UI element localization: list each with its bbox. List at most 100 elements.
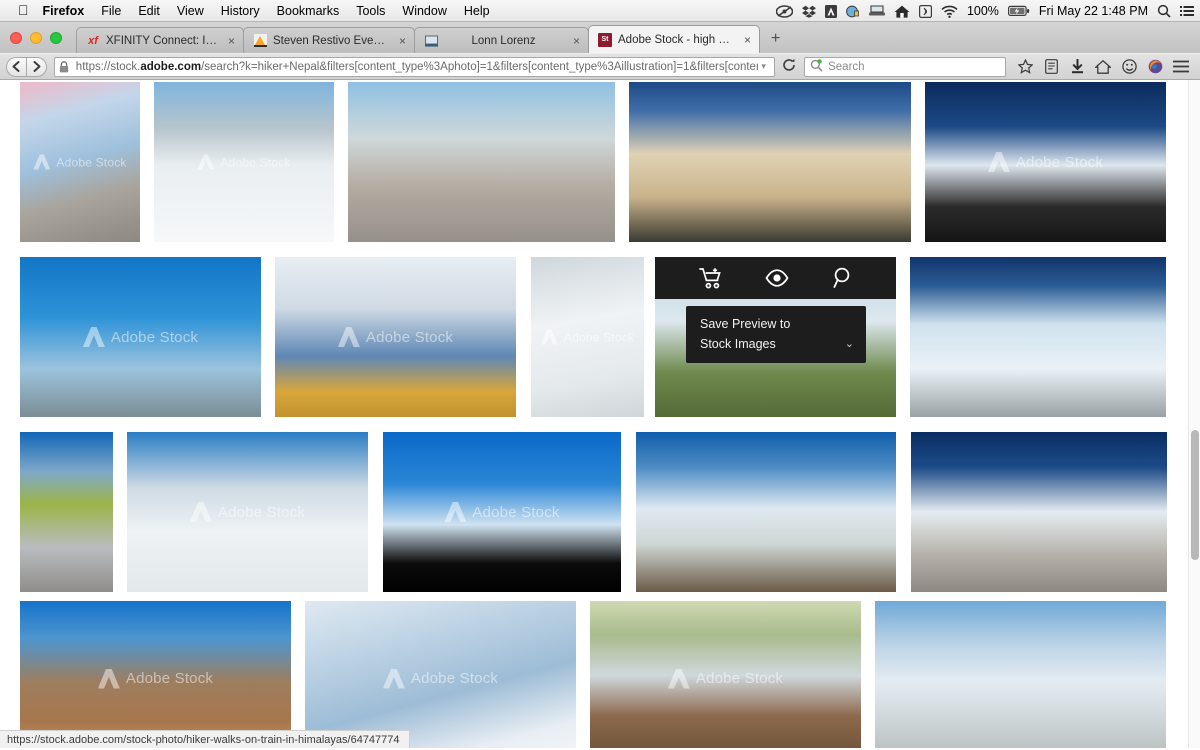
feedback-smiley-icon[interactable]: [1116, 56, 1142, 78]
google-search-icon: [810, 58, 823, 75]
save-preview-popover[interactable]: Save Preview to Stock Images ⌄: [686, 306, 866, 363]
zoom-window-button[interactable]: [50, 31, 62, 44]
preview-eye-icon[interactable]: [764, 269, 789, 287]
reload-icon[interactable]: [780, 58, 798, 75]
address-bar[interactable]: https://stock.adobe.com/search?k=hiker+N…: [53, 56, 775, 77]
stock-image-thumbnail[interactable]: Adobe Stock: [925, 82, 1166, 242]
menu-item-file[interactable]: File: [101, 4, 121, 18]
tab-title: Lonn Lorenz: [471, 34, 536, 47]
library-select[interactable]: Stock Images ⌄: [700, 334, 854, 354]
tab-close-icon[interactable]: ×: [228, 35, 235, 47]
watermark-label: Adobe Stock: [220, 155, 291, 169]
tab-strip: xf XFINITY Connect: Inbox (863) × Steven…: [0, 22, 1200, 53]
bookmark-star-icon[interactable]: [1012, 56, 1038, 78]
stock-image-thumbnail[interactable]: Adobe Stock: [275, 257, 516, 417]
tab-adobe-stock[interactable]: St Adobe Stock - high quality r… ×: [588, 25, 760, 53]
adobe-a-logo-icon: [541, 330, 558, 345]
stock-image-thumbnail[interactable]: Adobe Stock: [20, 82, 140, 242]
reading-list-icon[interactable]: [1038, 56, 1064, 78]
adobe-a-logo-icon: [338, 327, 360, 347]
1password-icon[interactable]: [846, 5, 860, 18]
stock-image-thumbnail[interactable]: Adobe Stock: [20, 257, 261, 417]
stock-image-thumbnail[interactable]: [636, 432, 896, 592]
menu-item-window[interactable]: Window: [402, 4, 446, 18]
tab-close-icon[interactable]: ×: [573, 35, 580, 47]
tab-xfinity-connect[interactable]: xf XFINITY Connect: Inbox (863) ×: [76, 27, 244, 53]
back-button[interactable]: [6, 56, 27, 77]
stock-image-thumbnail[interactable]: [20, 432, 113, 592]
stock-image-thumbnail[interactable]: Adobe Stock: [127, 432, 368, 592]
stock-image-thumbnail[interactable]: Adobe Stock: [383, 432, 621, 592]
stock-image-thumbnail[interactable]: [348, 82, 615, 242]
notification-center-icon[interactable]: [1180, 5, 1194, 17]
vertical-scrollbar[interactable]: [1188, 80, 1200, 748]
new-tab-button[interactable]: +: [759, 27, 790, 53]
stock-image-thumbnail-hovered[interactable]: Save Preview to Stock Images ⌄: [655, 257, 896, 417]
dropbox-icon[interactable]: [801, 5, 816, 18]
scanner-icon[interactable]: [868, 5, 885, 17]
add-to-cart-icon[interactable]: [698, 267, 723, 289]
zoom-search-icon[interactable]: [831, 267, 853, 289]
menu-item-history[interactable]: History: [221, 4, 260, 18]
scrollbar-thumb[interactable]: [1191, 430, 1199, 560]
minimize-window-button[interactable]: [30, 31, 42, 44]
wifi-icon[interactable]: [941, 5, 958, 18]
menu-item-help[interactable]: Help: [464, 4, 490, 18]
stock-image-thumbnail[interactable]: Adobe Stock: [20, 601, 291, 748]
airplay-icon[interactable]: [918, 4, 932, 18]
creative-cloud-icon[interactable]: [775, 4, 793, 18]
spotlight-search-icon[interactable]: [1157, 4, 1171, 18]
stock-image-thumbnail[interactable]: [911, 432, 1167, 592]
watermark-label: Adobe Stock: [472, 503, 560, 521]
chevron-down-icon[interactable]: ⌄: [845, 334, 854, 354]
adobe-stock-watermark: Adobe Stock: [338, 327, 453, 347]
forward-button[interactable]: [26, 56, 47, 77]
hamburger-menu-icon[interactable]: [1168, 56, 1194, 78]
adobe-app-icon[interactable]: [824, 4, 837, 18]
thumbnail-hover-toolbar: [655, 257, 896, 299]
menu-item-bookmarks[interactable]: Bookmarks: [277, 4, 340, 18]
house-icon[interactable]: [894, 5, 910, 18]
adobe-a-logo-icon: [383, 669, 405, 689]
toolbar-icon-group: [1012, 56, 1194, 78]
battery-charging-icon[interactable]: [1007, 5, 1030, 17]
watermark-label: Adobe Stock: [410, 670, 499, 687]
tab-title: Adobe Stock - high quality r…: [618, 33, 734, 46]
home-icon[interactable]: [1090, 56, 1116, 78]
watermark-label: Adobe Stock: [125, 670, 214, 687]
menu-item-firefox[interactable]: Firefox: [43, 4, 85, 18]
window-traffic-lights: [8, 22, 76, 53]
menubar-clock[interactable]: Fri May 22 1:48 PM: [1039, 4, 1148, 18]
stock-image-thumbnail[interactable]: [910, 257, 1166, 417]
navigation-toolbar: https://stock.adobe.com/search?k=hiker+N…: [0, 53, 1200, 79]
menu-item-edit[interactable]: Edit: [138, 4, 160, 18]
status-url-text: https://stock.adobe.com/stock-photo/hike…: [7, 733, 400, 746]
stock-image-thumbnail[interactable]: Adobe Stock: [305, 601, 576, 748]
chevron-down-icon[interactable]: ▾: [758, 61, 770, 72]
tab-close-icon[interactable]: ×: [744, 34, 751, 46]
menu-item-view[interactable]: View: [177, 4, 204, 18]
tab-steven-restivo-event-services[interactable]: Steven Restivo Event Servic… ×: [243, 27, 415, 53]
library-name-label: Stock Images: [700, 337, 776, 351]
tab-lonn-lorenz[interactable]: Lonn Lorenz ×: [414, 27, 589, 53]
address-bar-url: https://stock.adobe.com/search?k=hiker+N…: [75, 60, 758, 73]
tab-title: XFINITY Connect: Inbox (863): [106, 34, 218, 47]
stock-image-thumbnail[interactable]: [875, 601, 1166, 748]
apple-menu-icon[interactable]: : [18, 3, 29, 17]
tab-close-icon[interactable]: ×: [399, 35, 406, 47]
stock-image-thumbnail[interactable]: [629, 82, 911, 242]
adobe-stock-watermark: Adobe Stock: [197, 155, 290, 170]
search-input[interactable]: Search: [804, 56, 1006, 77]
browser-chrome: xf XFINITY Connect: Inbox (863) × Steven…: [0, 22, 1200, 80]
firefox-sync-icon[interactable]: [1142, 56, 1168, 78]
menu-item-tools[interactable]: Tools: [356, 4, 385, 18]
stock-image-thumbnail[interactable]: Adobe Stock: [590, 601, 861, 748]
close-window-button[interactable]: [10, 31, 22, 44]
adobe-a-logo-icon: [98, 669, 120, 689]
adobe-a-logo-icon: [444, 502, 466, 522]
stock-image-thumbnail[interactable]: Adobe Stock: [531, 257, 644, 417]
adobe-stock-watermark: Adobe Stock: [444, 502, 559, 522]
stock-image-thumbnail[interactable]: Adobe Stock: [154, 82, 334, 242]
adobe-stock-watermark: Adobe Stock: [33, 155, 126, 170]
downloads-icon[interactable]: [1064, 56, 1090, 78]
